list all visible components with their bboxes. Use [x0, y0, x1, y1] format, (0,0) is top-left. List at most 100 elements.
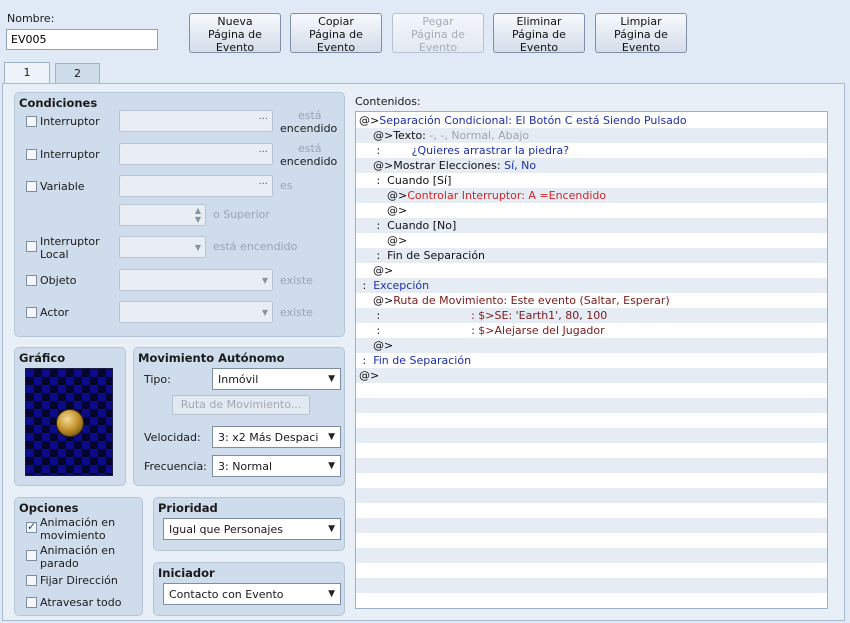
command-text: :: [359, 309, 472, 322]
command-text: :: [359, 144, 412, 157]
stepping-anim-checkbox[interactable]: [26, 550, 37, 561]
self-switch-suffix: está encendido: [213, 240, 298, 253]
tab-page-1[interactable]: 1: [4, 62, 50, 84]
command-row[interactable]: : Fin de Separación: [356, 353, 827, 368]
command-row[interactable]: @>: [356, 233, 827, 248]
stepping-anim-label1: Animación en: [40, 544, 116, 557]
command-row[interactable]: @>Separación Condicional: El Botón C est…: [356, 113, 827, 128]
paste-page-button-line: Página de: [411, 28, 465, 41]
walking-anim-checkbox[interactable]: ✓: [26, 520, 37, 533]
empty-row[interactable]: [356, 398, 827, 413]
through-checkbox[interactable]: [26, 597, 37, 608]
command-row[interactable]: @>Ruta de Movimiento: Este evento (Salta…: [356, 293, 827, 308]
clear-page-button-line: Página de: [614, 28, 668, 41]
command-row[interactable]: @>: [356, 263, 827, 278]
self-switch-label2: Local: [40, 248, 69, 261]
command-text: @>: [359, 294, 394, 307]
graphic-preview[interactable]: [25, 368, 113, 476]
actor-checkbox[interactable]: [26, 307, 37, 318]
switch1-field[interactable]: ···: [119, 110, 273, 132]
type-select[interactable]: Inmóvil ▼: [212, 368, 341, 390]
trigger-value: Contacto con Evento: [169, 588, 284, 601]
chevron-down-icon: ▼: [261, 308, 268, 317]
switch2-checkbox[interactable]: [26, 149, 37, 160]
command-row[interactable]: @>Texto: -, -, Normal, Abajo: [356, 128, 827, 143]
switch2-label: Interruptor: [40, 148, 100, 161]
chevron-down-icon: ▼: [328, 524, 335, 534]
empty-row[interactable]: [356, 578, 827, 593]
command-row[interactable]: @>: [356, 203, 827, 218]
event-commands-list[interactable]: @>Separación Condicional: El Botón C est…: [355, 111, 828, 609]
empty-row[interactable]: [356, 518, 827, 533]
empty-row[interactable]: [356, 458, 827, 473]
command-row[interactable]: @>: [356, 338, 827, 353]
command-row[interactable]: : Excepción: [356, 278, 827, 293]
empty-row[interactable]: [356, 593, 827, 608]
empty-row[interactable]: [356, 413, 827, 428]
copy-page-button[interactable]: Copiar Página de Evento: [290, 13, 382, 54]
frequency-select[interactable]: 3: Normal ▼: [212, 455, 341, 477]
movement-route-button[interactable]: Ruta de Movimiento...: [172, 395, 310, 415]
empty-row[interactable]: [356, 473, 827, 488]
command-row[interactable]: @>Mostrar Elecciones: Sí, No: [356, 158, 827, 173]
empty-row[interactable]: [356, 383, 827, 398]
frequency-label: Frecuencia:: [144, 460, 207, 473]
empty-row[interactable]: [356, 443, 827, 458]
priority-title: Prioridad: [158, 501, 218, 515]
empty-row[interactable]: [356, 533, 827, 548]
command-row[interactable]: : Cuando [Sí]: [356, 173, 827, 188]
command-text: : Cuando [No]: [359, 219, 457, 232]
new-page-button-line: Página de: [208, 28, 262, 41]
command-text: @>Texto:: [359, 129, 430, 142]
item-checkbox[interactable]: [26, 275, 37, 286]
command-row[interactable]: @>: [356, 368, 827, 383]
variable-value-spinner[interactable]: ▲ ▼: [119, 204, 206, 226]
spin-up-icon[interactable]: ▲: [195, 206, 201, 215]
spin-down-icon[interactable]: ▼: [195, 215, 201, 224]
command-row[interactable]: : : $>Alejarse del Jugador: [356, 323, 827, 338]
empty-row[interactable]: [356, 488, 827, 503]
empty-row[interactable]: [356, 563, 827, 578]
copy-page-button-line: Página de: [309, 28, 363, 41]
contents-label: Contenidos:: [355, 95, 421, 108]
self-switch-checkbox[interactable]: [26, 241, 37, 252]
command-text: Excepción: [373, 279, 430, 292]
command-row[interactable]: : Cuando [No]: [356, 218, 827, 233]
delete-page-button[interactable]: Eliminar Página de Evento: [493, 13, 585, 54]
priority-select[interactable]: Igual que Personajes ▼: [163, 518, 341, 540]
item-select[interactable]: ▼: [119, 269, 273, 291]
copy-page-button-line: Copiar: [318, 15, 354, 28]
actor-select[interactable]: ▼: [119, 301, 273, 323]
trigger-title: Iniciador: [158, 566, 215, 580]
speed-select[interactable]: 3: x2 Más Despaci ▼: [212, 426, 341, 448]
switch2-field[interactable]: ···: [119, 143, 273, 165]
variable-field[interactable]: ···: [119, 175, 273, 197]
variable-browse-icon[interactable]: ···: [258, 179, 268, 190]
direction-fix-checkbox[interactable]: [26, 575, 37, 586]
paste-page-button[interactable]: Pegar Página de Evento: [392, 13, 484, 54]
empty-row[interactable]: [356, 428, 827, 443]
tab-page-2[interactable]: 2: [55, 63, 100, 83]
switch1-browse-icon[interactable]: ···: [258, 114, 268, 125]
new-page-button[interactable]: Nueva Página de Evento: [189, 13, 281, 54]
walking-anim-label1: Animación en: [40, 516, 116, 529]
command-text: ¿Quieres arrastrar la piedra?: [411, 144, 570, 157]
command-row[interactable]: : ¿Quieres arrastrar la piedra?: [356, 143, 827, 158]
switch2-browse-icon[interactable]: ···: [258, 147, 268, 158]
autonomous-title: Movimiento Autónomo: [138, 351, 285, 365]
command-row[interactable]: : Fin de Separación: [356, 248, 827, 263]
empty-row[interactable]: [356, 548, 827, 563]
clear-page-button-line: Limpiar: [620, 15, 662, 28]
command-row[interactable]: : : $>SE: 'Earth1', 80, 100: [356, 308, 827, 323]
trigger-select[interactable]: Contacto con Evento ▼: [163, 583, 341, 605]
empty-row[interactable]: [356, 503, 827, 518]
command-row[interactable]: @>Controlar Interruptor: A =Encendido: [356, 188, 827, 203]
delete-page-button-line: Eliminar: [516, 15, 562, 28]
event-name-input[interactable]: [6, 29, 158, 50]
chevron-down-icon: ▼: [326, 432, 335, 442]
variable-checkbox[interactable]: [26, 181, 37, 192]
clear-page-button[interactable]: Limpiar Página de Evento: [595, 13, 687, 54]
command-text: Controlar Interruptor: A =Encendido: [407, 189, 607, 202]
switch1-checkbox[interactable]: [26, 116, 37, 127]
self-switch-select[interactable]: ▼: [119, 236, 206, 258]
